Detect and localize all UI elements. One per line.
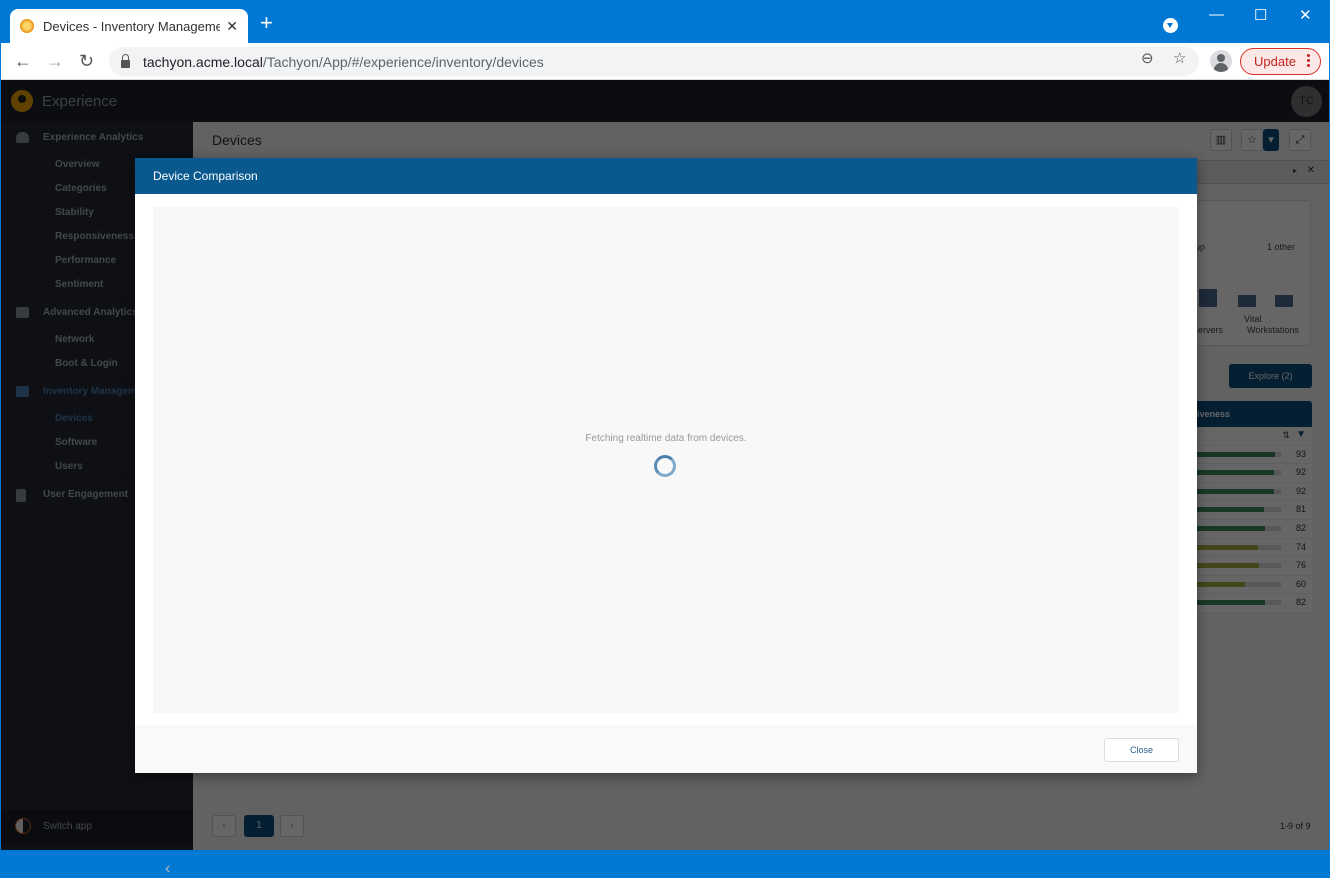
tab-title: Devices - Inventory Management: [43, 18, 221, 34]
modal-backdrop-header: [1, 80, 1329, 122]
close-button[interactable]: Close: [1104, 738, 1179, 762]
lock-icon: [121, 53, 130, 68]
bookmark-star-icon[interactable]: ☆: [1173, 49, 1186, 67]
close-tab-icon[interactable]: ✕: [226, 18, 238, 35]
menu-dots-icon: [1307, 54, 1310, 69]
update-label: Update: [1254, 54, 1296, 69]
loading-spinner-icon: [654, 455, 676, 477]
maximize-button[interactable]: ☐: [1254, 6, 1267, 24]
new-tab-button[interactable]: +: [260, 12, 273, 34]
modal-body: Fetching realtime data from devices.: [153, 207, 1179, 713]
close-window-button[interactable]: ✕: [1299, 6, 1312, 24]
back-button[interactable]: ←: [14, 51, 32, 72]
minimize-button[interactable]: —: [1209, 6, 1224, 23]
update-button[interactable]: Update: [1240, 48, 1321, 75]
modal-footer: Close: [135, 725, 1197, 773]
browser-tab[interactable]: Devices - Inventory Management ✕: [10, 9, 248, 43]
collapse-sidebar-icon[interactable]: ‹: [165, 860, 170, 878]
forward-button[interactable]: →: [46, 51, 64, 72]
address-bar-row: ← → ↻ tachyon.acme.local/Tachyon/App/#/e…: [1, 43, 1329, 80]
browser-window: Devices - Inventory Management ✕ + — ☐ ✕…: [1, 0, 1329, 877]
url-path: /Tachyon/App/#/experience/inventory/devi…: [262, 53, 544, 70]
favicon-icon: [20, 19, 34, 33]
profile-avatar[interactable]: [1210, 50, 1232, 72]
url-host: tachyon.acme.local: [143, 53, 263, 70]
url-input[interactable]: tachyon.acme.local/Tachyon/App/#/experie…: [109, 47, 1199, 76]
modal-title: Device Comparison: [135, 158, 1197, 194]
tab-search-icon[interactable]: [1163, 18, 1178, 33]
title-bar: Devices - Inventory Management ✕ + — ☐ ✕: [1, 0, 1329, 43]
reload-button[interactable]: ↻: [79, 51, 94, 72]
zoom-icon[interactable]: ⊖: [1141, 49, 1154, 67]
loading-message: Fetching realtime data from devices.: [585, 433, 747, 444]
device-comparison-modal: Device Comparison Fetching realtime data…: [135, 158, 1197, 773]
